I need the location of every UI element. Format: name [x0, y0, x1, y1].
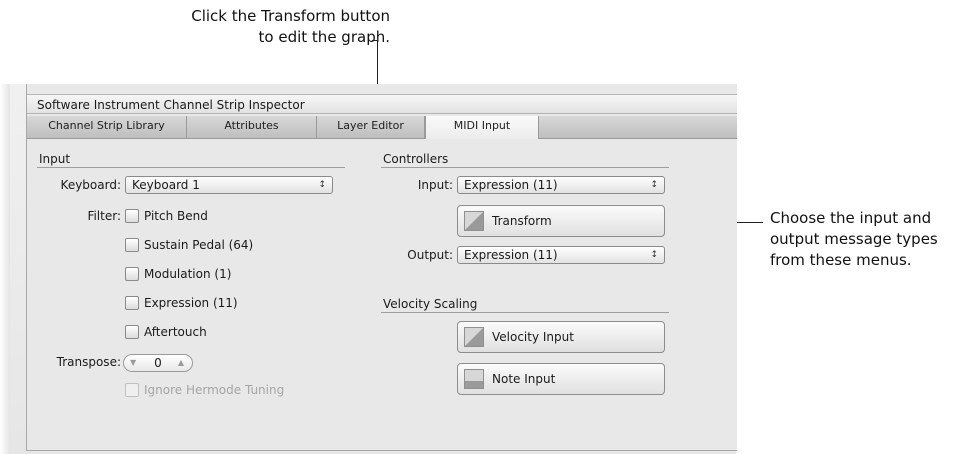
- filter-pitch-bend-label: Pitch Bend: [144, 209, 208, 223]
- controller-input-popup[interactable]: Expression (11) ↕: [457, 176, 665, 194]
- callout-menus-line1: Choose the input and: [770, 209, 932, 227]
- popup-arrows-icon: ↕: [318, 180, 326, 190]
- tab-layer-editor[interactable]: Layer Editor: [317, 116, 425, 138]
- velocity-graph-icon: [464, 327, 484, 347]
- inspector-panel: Software Instrument Channel Strip Inspec…: [26, 84, 737, 451]
- stepper-down-icon[interactable]: ▼: [130, 355, 136, 371]
- checkbox-box[interactable]: [125, 238, 139, 252]
- controller-output-value: Expression (11): [464, 248, 558, 262]
- transpose-stepper[interactable]: ▼ 0 ▲: [123, 354, 193, 372]
- popup-arrows-icon: ↕: [650, 250, 658, 260]
- ignore-hermode-label: Ignore Hermode Tuning: [144, 383, 285, 397]
- callout-transform-line2: to edit the graph.: [258, 28, 390, 46]
- stepper-up-icon[interactable]: ▲: [178, 355, 184, 371]
- keyboard-label: Keyboard:: [60, 178, 121, 192]
- keyboard-popup[interactable]: Keyboard 1 ↕: [125, 176, 333, 194]
- checkbox-box[interactable]: [125, 209, 139, 223]
- note-input-label: Note Input: [492, 372, 556, 386]
- checkbox-box: [125, 383, 139, 397]
- input-section-title: Input: [37, 151, 345, 168]
- transpose-label: Transpose:: [56, 355, 121, 369]
- transform-button-label: Transform: [492, 214, 552, 228]
- filter-sustain-pedal-label: Sustain Pedal (64): [144, 238, 254, 252]
- controller-output-label: Output:: [407, 248, 453, 262]
- keyboard-value: Keyboard 1: [132, 178, 200, 192]
- checkbox-box[interactable]: [125, 296, 139, 310]
- checkbox-box[interactable]: [125, 325, 139, 339]
- controllers-section-title: Controllers: [381, 151, 669, 168]
- note-graph-icon: [464, 369, 484, 389]
- checkbox-box[interactable]: [125, 267, 139, 281]
- inspector-window: Software Instrument Channel Strip Inspec…: [0, 84, 737, 454]
- transpose-value: 0: [154, 356, 162, 370]
- filter-aftertouch-label: Aftertouch: [144, 325, 207, 339]
- filter-expression-label: Expression (11): [144, 296, 238, 310]
- velocity-input-label: Velocity Input: [492, 330, 574, 344]
- tab-bar: Channel Strip Library Attributes Layer E…: [27, 116, 737, 139]
- controller-input-value: Expression (11): [464, 178, 558, 192]
- filter-modulation-label: Modulation (1): [144, 267, 232, 281]
- tab-attributes[interactable]: Attributes: [187, 116, 317, 138]
- filter-label: Filter:: [87, 209, 121, 223]
- callout-transform-line1: Click the Transform button: [191, 7, 390, 25]
- tab-midi-input[interactable]: MIDI Input: [425, 116, 539, 139]
- popup-arrows-icon: ↕: [650, 180, 658, 190]
- callout-transform-tick: [372, 40, 378, 41]
- graph-icon: [464, 211, 484, 231]
- callout-menus-line2: output message types: [770, 230, 938, 248]
- note-input-button[interactable]: Note Input: [457, 363, 665, 395]
- callout-transform: Click the Transform button to edit the g…: [150, 6, 390, 48]
- callout-menus: Choose the input and output message type…: [770, 208, 964, 271]
- window-title: Software Instrument Channel Strip Inspec…: [27, 94, 737, 114]
- controller-output-popup[interactable]: Expression (11) ↕: [457, 246, 665, 264]
- controller-input-label: Input:: [417, 178, 453, 192]
- velocity-section-title: Velocity Scaling: [381, 296, 669, 313]
- tab-channel-strip-library[interactable]: Channel Strip Library: [27, 116, 187, 138]
- velocity-input-button[interactable]: Velocity Input: [457, 321, 665, 353]
- transform-button[interactable]: Transform: [457, 205, 665, 237]
- callout-menus-line3: from these menus.: [770, 251, 912, 269]
